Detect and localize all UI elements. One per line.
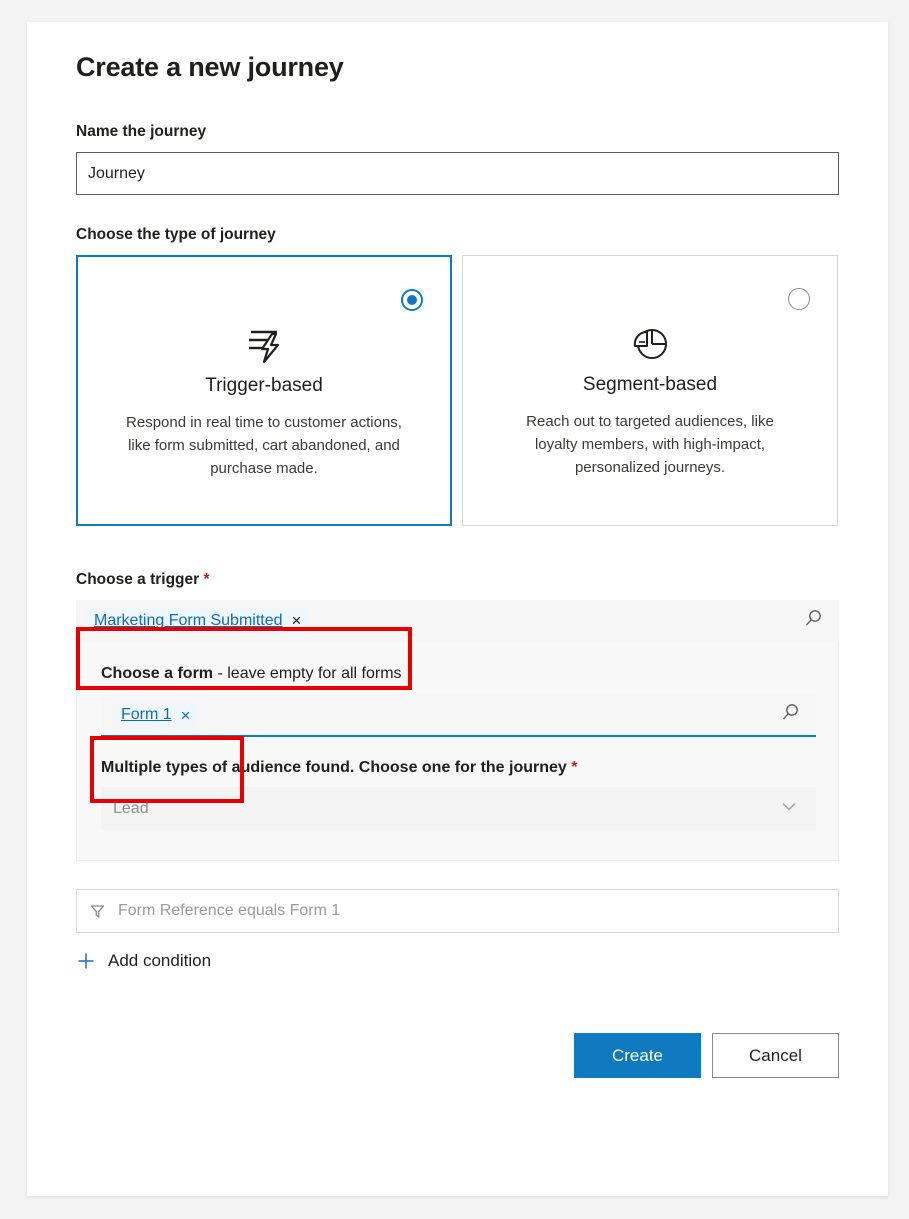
journey-type-card-trigger-based[interactable]: Trigger-based Respond in real time to cu… — [76, 255, 452, 526]
pie-chart-icon — [463, 320, 837, 366]
search-icon[interactable] — [804, 608, 824, 633]
condition-text: Form Reference equals Form 1 — [118, 902, 341, 919]
form-combobox[interactable]: Form 1 × — [101, 695, 816, 737]
choose-form-label-bold: Choose a form — [101, 665, 214, 682]
journey-name-input[interactable] — [76, 152, 839, 195]
choose-trigger-label-text: Choose a trigger — [76, 571, 200, 588]
choose-form-label: Choose a form - leave empty for all form… — [101, 665, 814, 683]
search-icon[interactable] — [781, 703, 801, 728]
audience-label: Multiple types of audience found. Choose… — [101, 759, 814, 777]
add-condition-label: Add condition — [108, 951, 212, 970]
audience-dropdown-value: Lead — [113, 799, 149, 817]
lightning-lines-icon — [78, 321, 450, 367]
audience-label-text: Multiple types of audience found. Choose… — [101, 759, 567, 776]
close-icon[interactable]: × — [181, 707, 191, 724]
plus-icon — [76, 951, 96, 971]
close-icon[interactable]: × — [292, 612, 302, 629]
card-desc-trigger-based: Respond in real time to customer actions… — [126, 414, 402, 477]
required-asterisk-trigger: * — [203, 571, 210, 588]
card-title-trigger-based: Trigger-based — [205, 375, 323, 396]
journey-type-cards: Trigger-based Respond in real time to cu… — [76, 255, 839, 526]
funnel-icon — [89, 903, 106, 920]
audience-dropdown[interactable]: Lead — [101, 787, 816, 830]
trigger-details-panel: Choose a form - leave empty for all form… — [76, 641, 839, 861]
form-pill[interactable]: Form 1 × — [113, 701, 198, 729]
choose-trigger-label: Choose a trigger * — [76, 570, 839, 590]
journey-type-label: Choose the type of journey — [76, 226, 276, 243]
condition-row[interactable]: Form Reference equals Form 1 — [76, 889, 839, 933]
cancel-button[interactable]: Cancel — [712, 1033, 839, 1078]
choose-form-label-rest: - leave empty for all forms — [213, 665, 402, 682]
chevron-down-icon[interactable] — [779, 796, 799, 821]
trigger-combobox-shell: Marketing Form Submitted × Choose a form… — [76, 600, 839, 861]
name-field-label: Name the journey — [76, 123, 207, 140]
dialog-footer: Create Cancel — [76, 1033, 839, 1078]
trigger-combobox[interactable]: Marketing Form Submitted × — [76, 600, 839, 641]
create-journey-dialog: Create a new journey Name the journey Ch… — [27, 22, 888, 1196]
trigger-pill[interactable]: Marketing Form Submitted × — [86, 607, 309, 634]
add-condition-button[interactable]: Add condition — [76, 951, 839, 971]
radio-trigger-based[interactable] — [401, 289, 423, 311]
card-title-segment-based: Segment-based — [582, 374, 718, 395]
create-button[interactable]: Create — [574, 1033, 701, 1078]
page-title: Create a new journey — [76, 52, 344, 82]
radio-segment-based[interactable] — [788, 288, 810, 310]
journey-type-card-segment-based[interactable]: Segment-based Reach out to targeted audi… — [462, 255, 838, 526]
form-pill-label: Form 1 — [121, 706, 172, 723]
card-desc-segment-based: Reach out to targeted audiences, like lo… — [526, 413, 774, 476]
trigger-pill-label: Marketing Form Submitted — [94, 611, 283, 629]
required-asterisk-audience: * — [571, 759, 578, 776]
